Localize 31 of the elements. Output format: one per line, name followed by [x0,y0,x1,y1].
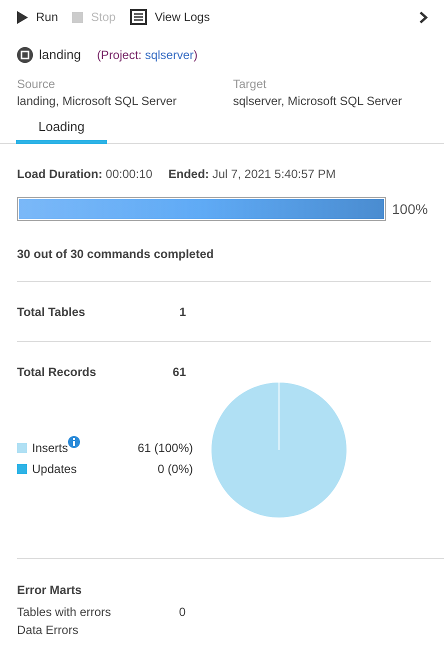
endpoint-value: sqlserver, Microsoft SQL Server [233,93,403,110]
logs-button[interactable]: View Logs [130,8,210,26]
error-label: Data Errors [17,622,80,639]
summary-text: Load Duration: 00:00:10 [17,166,152,183]
stat-label: Total Records [17,364,98,381]
endpoint-value: landing, Microsoft SQL Server [17,93,178,110]
commands-status: 30 out of 30 commands completed [16,246,215,261]
project-label: (Project: sqlserver) [96,47,198,64]
summary-text: Ended: Jul 7, 2021 5:40:57 PM [168,166,336,183]
section-title: Error Marts [16,582,83,597]
play-icon [17,10,28,24]
task-icon [17,47,33,63]
chevron-right-icon[interactable] [419,10,428,24]
error-value: 0 [179,604,186,621]
endpoint-label: Source [17,76,56,93]
stat-label: Total Tables [17,304,86,321]
legend-label: Inserts [32,440,68,457]
stop-icon [72,12,84,22]
list-icon [130,9,147,25]
stat-value: 61 [172,364,186,381]
endpoint-label: Target [233,76,268,93]
legend-value: 0 (0%) [158,461,193,478]
legend-value: 61 (100%) [138,440,193,457]
error-label: Tables with errors [17,604,112,621]
progress-percent: 100% [392,200,428,218]
project-link[interactable]: sqlserver [144,48,194,62]
task-name: landing [39,46,81,64]
legend-label: Updates [32,461,77,478]
stat-value: 1 [178,304,186,321]
tab[interactable]: Loading [16,114,107,144]
run-button[interactable]: Run [17,8,58,26]
